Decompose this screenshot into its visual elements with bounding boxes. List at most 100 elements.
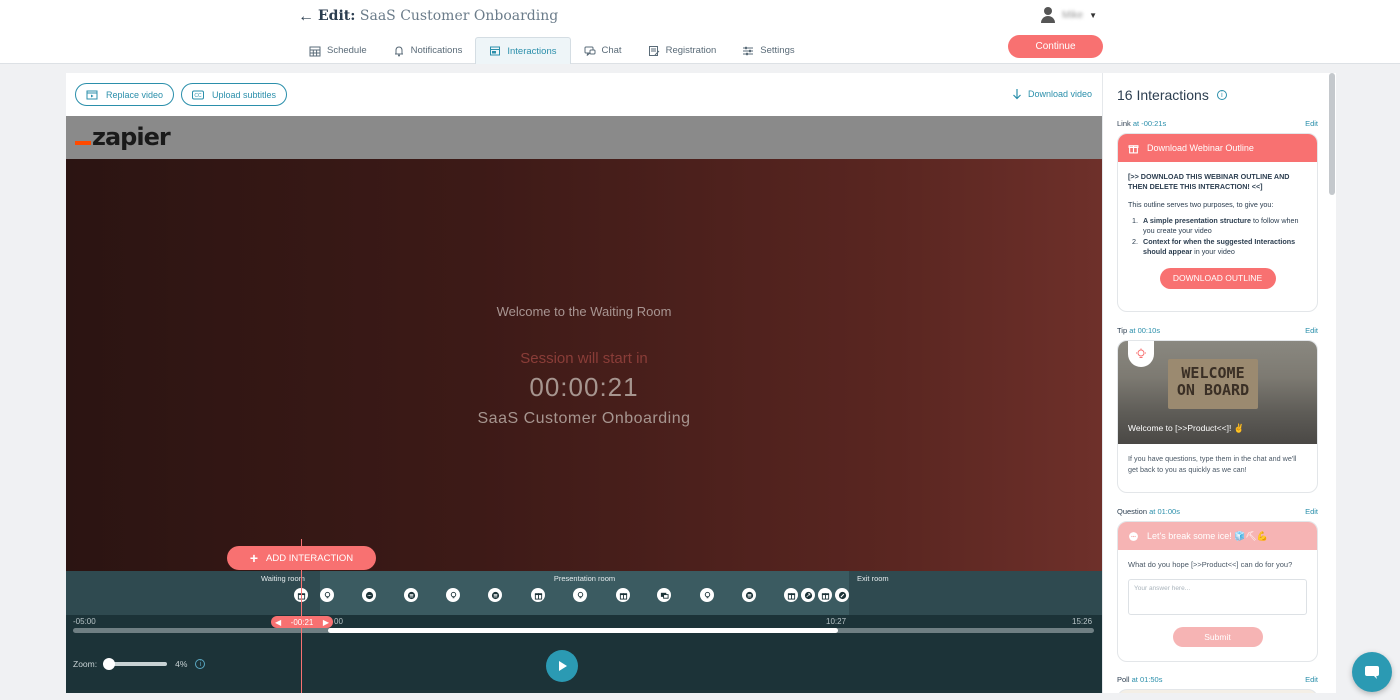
download-video-label: Download video (1027, 89, 1092, 99)
tab-notifications-label: Notifications (410, 45, 463, 56)
interaction-type: Tip (1117, 326, 1128, 335)
presentation-range-fill (328, 628, 838, 633)
video-brand-bar: zapier (66, 116, 1102, 159)
info-icon[interactable]: i (1216, 90, 1227, 100)
back-arrow-icon[interactable]: ← (298, 8, 314, 26)
interaction-header-tip: Tip at 00:10s Edit (1117, 326, 1318, 335)
bulb-marker-icon[interactable] (573, 588, 587, 602)
tab-interactions[interactable]: Interactions (475, 37, 571, 64)
bulb-marker-icon[interactable] (320, 588, 334, 602)
edit-link[interactable]: Edit (1305, 119, 1318, 128)
edit-link[interactable]: Edit (1305, 326, 1318, 335)
zoom-slider-knob[interactable] (103, 658, 116, 670)
list-item: A simple presentation structure to follo… (1140, 216, 1307, 236)
sliders-icon (743, 46, 754, 55)
tab-interactions-label: Interactions (507, 45, 557, 57)
interaction-card-tip[interactable]: WELCOME ON BOARD Welcome to [>>Product<<… (1117, 340, 1318, 493)
card-points: A simple presentation structure to follo… (1140, 216, 1307, 257)
chat-marker-icon[interactable] (362, 588, 376, 602)
interaction-card-link[interactable]: Download Webinar Outline [>> DOWNLOAD TH… (1117, 133, 1318, 312)
user-name: Mike (1062, 9, 1084, 21)
time-label-start: -05:00 (73, 617, 96, 626)
info-icon[interactable]: i (195, 659, 206, 669)
zoom-slider[interactable] (103, 658, 168, 670)
pencil-marker-icon[interactable] (835, 588, 849, 602)
caret-down-icon[interactable]: ▼ (1089, 11, 1097, 20)
calendar-icon (309, 46, 321, 56)
panel-scrollbar[interactable] (1329, 73, 1335, 195)
tab-bar: Schedule Notifications Interactions Chat… (296, 37, 808, 64)
video-icon (86, 90, 98, 99)
tip-image: WELCOME ON BOARD Welcome to [>>Product<<… (1118, 341, 1317, 444)
tip-body: If you have questions, type them in the … (1128, 454, 1297, 474)
arrow-left-icon[interactable]: ◀ (275, 618, 281, 627)
gift-marker-icon[interactable] (531, 588, 545, 602)
gift-marker-icon[interactable] (784, 588, 798, 602)
top-header: ← Edit: SaaS Customer Onboarding Mike ▼ … (0, 0, 1400, 64)
interactions-panel: 16 Interactions i Link at -00:21s Edit D… (1102, 73, 1336, 693)
zoom-value: 4% (175, 659, 188, 669)
edit-link[interactable]: Edit (1305, 675, 1318, 684)
upload-subtitles-button[interactable]: CC Upload subtitles (181, 83, 288, 106)
avatar[interactable] (1040, 6, 1056, 24)
interaction-type: Poll (1117, 675, 1130, 684)
gift-marker-icon[interactable] (616, 588, 630, 602)
bulb-marker-icon[interactable] (700, 588, 714, 602)
zapier-logo: zapier (75, 123, 171, 151)
card-body: [>> DOWNLOAD THIS WEBINAR OUTLINE AND TH… (1118, 162, 1317, 301)
tab-settings-label: Settings (760, 45, 795, 56)
playhead-time: -00:21 (290, 617, 314, 627)
tab-chat-label: Chat (601, 45, 622, 56)
tip-caption: Welcome to [>>Product<<]! ✌️ (1128, 423, 1245, 433)
play-button[interactable] (546, 650, 578, 682)
list-marker-icon[interactable] (488, 588, 502, 602)
card-header-title: Let's break some ice! 🧊⛏💪 (1147, 530, 1269, 541)
download-video-link[interactable]: Download video (1012, 88, 1092, 100)
card-intro: This outline serves two purposes, to giv… (1128, 200, 1274, 210)
interaction-type: Question (1117, 507, 1148, 516)
answer-input[interactable]: Your answer here... (1128, 579, 1307, 615)
page-title: Edit: SaaS Customer Onboarding (318, 8, 558, 24)
tab-notifications[interactable]: Notifications (380, 37, 476, 64)
exit-room-segment[interactable]: Exit room (849, 571, 1102, 615)
arrow-right-icon[interactable]: ▶ (323, 618, 329, 627)
presentation-room-label: Presentation room (553, 574, 616, 583)
bulb-marker-icon[interactable] (446, 588, 460, 602)
interaction-card-poll[interactable] (1117, 689, 1318, 693)
submit-button[interactable]: Submit (1172, 627, 1263, 647)
interaction-time: at 01:00s (1149, 507, 1180, 516)
download-outline-button[interactable]: DOWNLOAD OUTLINE (1159, 267, 1276, 289)
tab-chat[interactable]: Chat (571, 37, 635, 64)
time-label-zero: 00 (334, 617, 343, 626)
add-interaction-button[interactable]: + ADD INTERACTION (227, 546, 376, 570)
gift-marker-icon[interactable] (818, 588, 832, 602)
svg-text:CC: CC (194, 93, 202, 99)
logo-text: zapier (92, 123, 171, 151)
list-marker-icon[interactable] (742, 588, 756, 602)
page-title-prefix: Edit: (318, 8, 356, 24)
tab-schedule[interactable]: Schedule (296, 37, 380, 64)
interaction-card-question[interactable]: Let's break some ice! 🧊⛏💪 What do you ho… (1117, 521, 1318, 662)
list-marker-icon[interactable] (404, 588, 418, 602)
room-track: Waiting room Presentation room Exit room (66, 571, 1102, 615)
bell-icon (394, 45, 403, 56)
tab-settings[interactable]: Settings (729, 37, 807, 64)
continue-button[interactable]: Continue (1008, 35, 1103, 58)
timeline: Waiting room Presentation room Exit room (66, 539, 1102, 693)
chat-marker-icon[interactable] (657, 588, 671, 602)
interactions-title: 16 Interactions i (1117, 87, 1227, 103)
playhead-handle[interactable]: ◀ -00:21 ▶ (271, 616, 333, 628)
replace-video-button[interactable]: Replace video (75, 83, 175, 106)
interaction-header-link: Link at -00:21s Edit (1117, 119, 1318, 128)
waiting-room-welcome: Welcome to the Waiting Room (496, 304, 672, 319)
tab-registration[interactable]: Registration (635, 37, 730, 64)
lightbulb-icon (1128, 341, 1154, 367)
support-chat-button[interactable] (1352, 652, 1392, 692)
waiting-room-segment[interactable]: Waiting room (66, 571, 320, 615)
chat-icon (584, 46, 595, 56)
user-menu[interactable]: Mike ▼ (1040, 6, 1097, 24)
question-text: What do you hope [>>Product<<] can do fo… (1128, 560, 1293, 569)
edit-link[interactable]: Edit (1305, 507, 1318, 516)
card-header: Let's break some ice! 🧊⛏💪 (1118, 522, 1317, 550)
share-marker-icon[interactable] (801, 588, 815, 602)
